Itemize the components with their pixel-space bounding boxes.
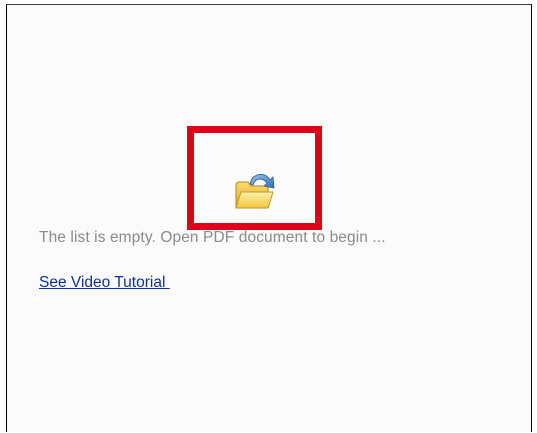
open-folder-icon <box>235 174 275 209</box>
see-video-tutorial-link[interactable]: See Video Tutorial <box>39 274 170 292</box>
open-document-button[interactable] <box>232 168 278 214</box>
empty-list-message: The list is empty. Open PDF document to … <box>39 229 386 246</box>
document-list-panel <box>6 4 532 432</box>
